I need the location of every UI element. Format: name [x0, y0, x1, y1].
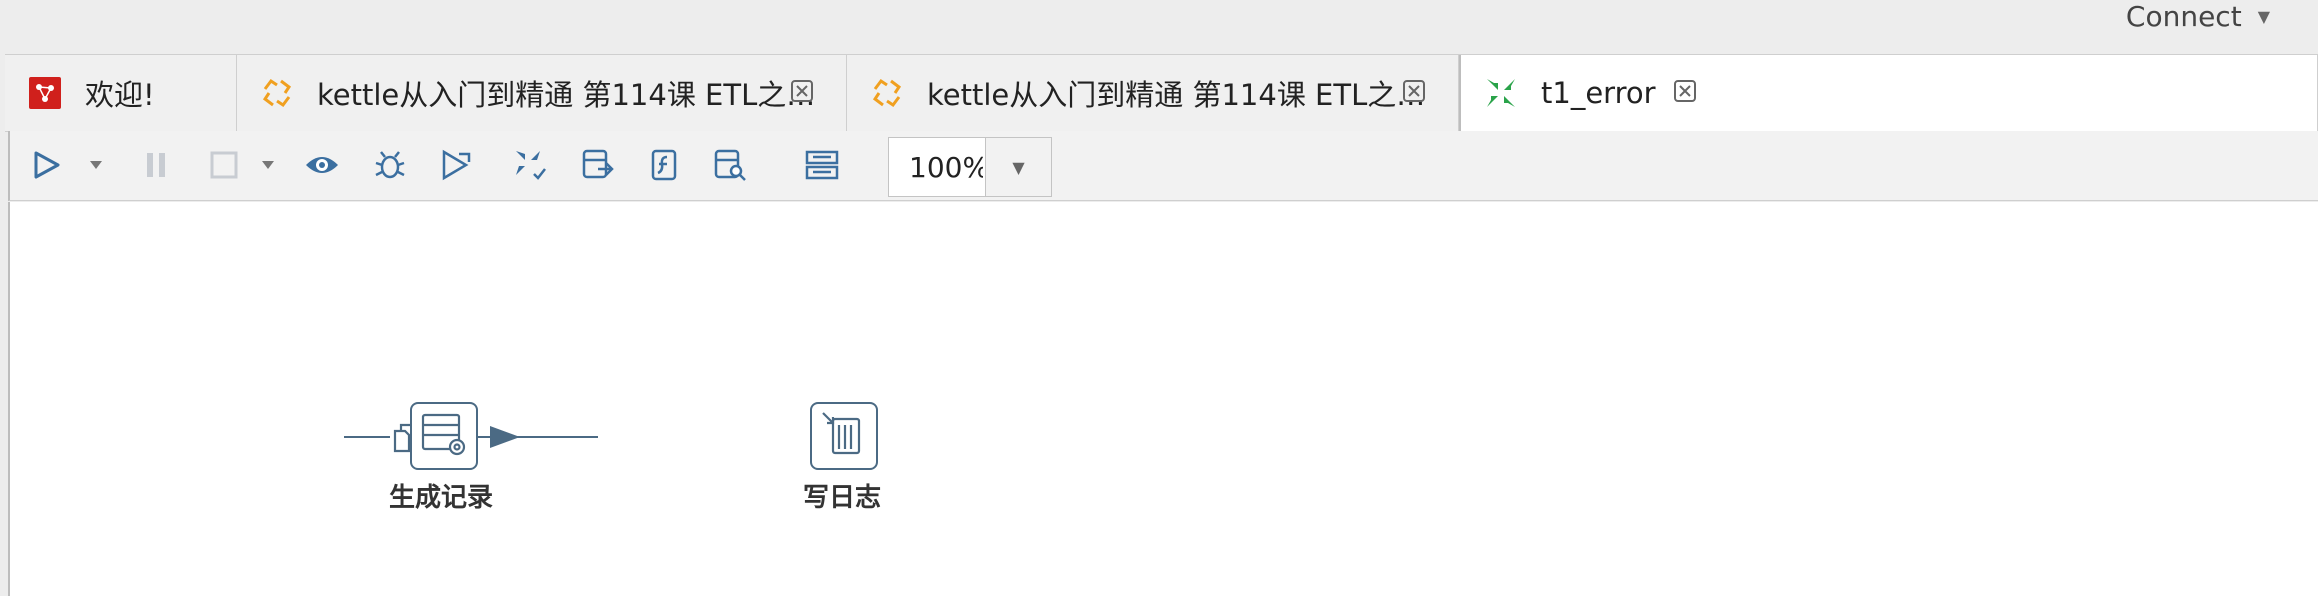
- close-icon[interactable]: [788, 77, 816, 105]
- tab-bar: 欢迎! kettle从入门到精通 第114课 ETL之webspoon 全局异.…: [5, 54, 2318, 132]
- sql-icon[interactable]: [642, 143, 686, 187]
- transformation-icon: [1483, 75, 1519, 111]
- connect-menu[interactable]: Connect ▼: [2125, 0, 2270, 33]
- tab-label: t1_error: [1541, 76, 1656, 110]
- job-icon: [869, 75, 905, 111]
- tab-t1-error[interactable]: t1_error: [1459, 55, 2318, 131]
- job-icon: [259, 75, 295, 111]
- generate-rows-icon: [419, 409, 469, 463]
- tab-job-1[interactable]: kettle从入门到精通 第114课 ETL之webspoon 全局异...: [237, 55, 847, 131]
- chevron-down-icon: ▼: [2257, 6, 2270, 26]
- write-to-log-icon: [819, 409, 869, 463]
- chevron-down-icon[interactable]: ▼: [985, 138, 1051, 196]
- replay-icon[interactable]: [434, 143, 478, 187]
- tab-label: 欢迎!: [85, 78, 155, 112]
- hop-arrow-icon: [490, 426, 520, 448]
- impact-analysis-icon[interactable]: [576, 143, 620, 187]
- transformation-toolbar: ▼: [8, 131, 2318, 201]
- zoom-input[interactable]: [889, 138, 985, 196]
- step-generate-rows[interactable]: [410, 402, 478, 470]
- step-label: 生成记录: [389, 483, 494, 513]
- run-icon[interactable]: [24, 143, 68, 187]
- zoom-select[interactable]: ▼: [888, 137, 1052, 197]
- exploration-icon[interactable]: [708, 143, 752, 187]
- hop-layer: [344, 426, 598, 448]
- transformation-canvas[interactable]: 生成记录 写日志: [8, 202, 2318, 596]
- step-write-to-log[interactable]: [810, 402, 878, 470]
- verify-icon[interactable]: [508, 143, 552, 187]
- close-icon[interactable]: [1400, 77, 1428, 105]
- connect-label: Connect: [2125, 0, 2242, 33]
- welcome-logo-icon: [27, 75, 63, 111]
- layout-icon[interactable]: [800, 143, 844, 187]
- debug-icon[interactable]: [368, 143, 412, 187]
- pause-icon[interactable]: [134, 143, 178, 187]
- preview-icon[interactable]: [300, 143, 344, 187]
- tab-label: kettle从入门到精通 第114课 ETL之webspoon 全局异...: [927, 78, 1427, 112]
- stop-icon[interactable]: [202, 143, 246, 187]
- tab-welcome[interactable]: 欢迎!: [5, 55, 237, 131]
- stop-options-icon[interactable]: [256, 143, 280, 187]
- top-bar: Connect ▼: [0, 0, 2318, 54]
- step-label: 写日志: [803, 483, 882, 513]
- tab-label: kettle从入门到精通 第114课 ETL之webspoon 全局异...: [317, 78, 817, 112]
- close-icon[interactable]: [1671, 77, 1699, 105]
- tab-job-2[interactable]: kettle从入门到精通 第114课 ETL之webspoon 全局异...: [847, 55, 1459, 131]
- run-options-icon[interactable]: [84, 143, 108, 187]
